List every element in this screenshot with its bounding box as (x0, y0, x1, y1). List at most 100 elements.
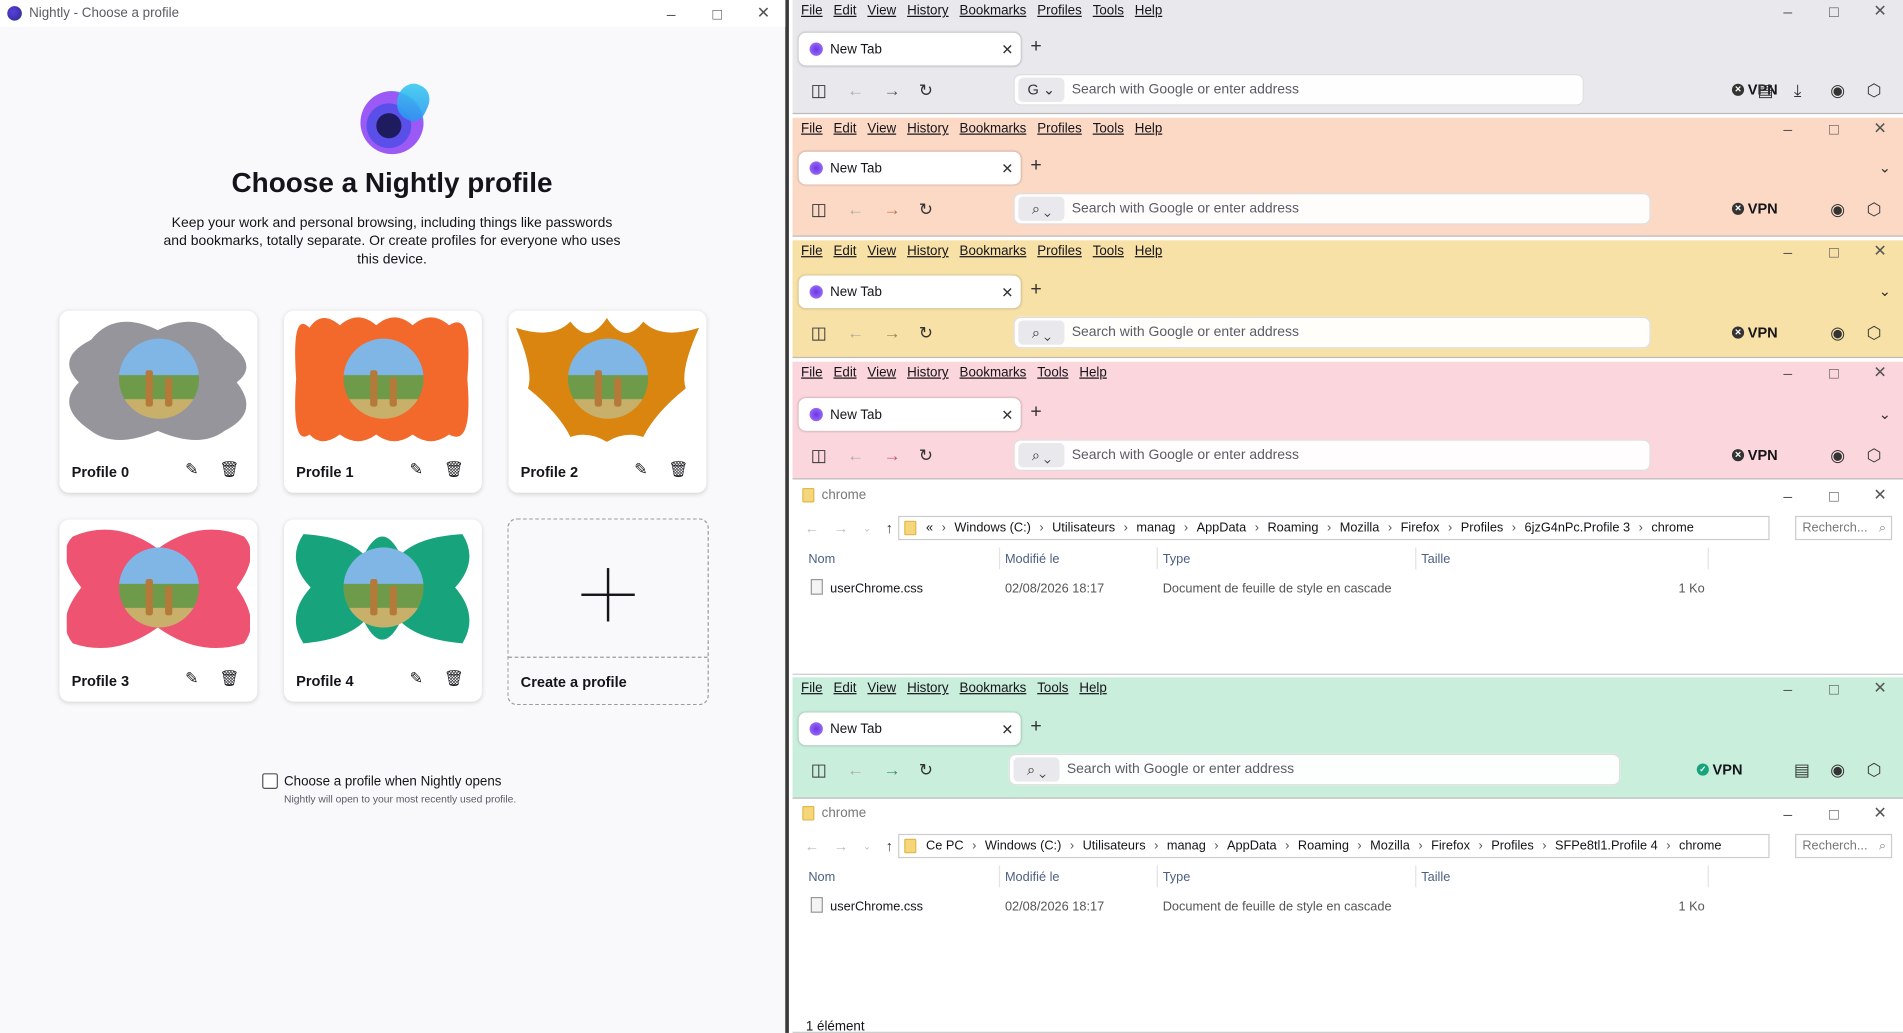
back-icon[interactable]: ← (847, 80, 864, 99)
profile-card-0[interactable]: Profile 0 ✎ 🗑︎ (59, 310, 258, 493)
tab-new-tab[interactable]: New Tab ✕ (798, 151, 1021, 185)
back-icon[interactable]: ← (847, 323, 864, 342)
create-profile-card[interactable]: Create a profile (507, 518, 709, 706)
reload-icon[interactable]: ↻ (919, 760, 933, 781)
reader-view-icon[interactable]: ▤ (1757, 80, 1773, 101)
reader-view-icon[interactable]: ▤ (1794, 760, 1810, 781)
forward-icon[interactable]: → (884, 445, 901, 464)
reload-icon[interactable]: ↻ (919, 199, 933, 220)
breadcrumb-segment[interactable]: Utilisateurs (1052, 521, 1115, 536)
forward-icon[interactable]: → (834, 838, 849, 855)
vpn-button[interactable]: ✓ VPN (1696, 761, 1742, 778)
menu-file[interactable]: File (801, 244, 823, 259)
menu-help[interactable]: Help (1079, 681, 1106, 696)
menu-profiles[interactable]: Profiles (1037, 121, 1082, 136)
column-header[interactable]: Modifié le (1005, 870, 1060, 885)
menu-tools[interactable]: Tools (1037, 365, 1068, 380)
menu-view[interactable]: View (867, 4, 896, 19)
search-input[interactable]: Recherch... ⌕ (1795, 515, 1893, 541)
minimize-button[interactable]: – (1765, 677, 1811, 699)
up-icon[interactable]: ↑ (886, 838, 893, 855)
minimize-button[interactable]: – (1765, 118, 1811, 140)
breadcrumb-segment[interactable]: « (926, 521, 933, 536)
menu-edit[interactable]: Edit (833, 4, 856, 19)
breadcrumb-segment[interactable]: Mozilla (1370, 839, 1410, 854)
url-bar[interactable]: G ⌄ Search with Google or enter address (1013, 74, 1584, 106)
delete-profile-icon[interactable]: 🗑︎ (443, 459, 465, 481)
close-button[interactable]: ✕ (1857, 362, 1903, 384)
edit-profile-icon[interactable]: ✎ (181, 668, 203, 690)
sidebar-toggle-icon[interactable]: ◫ (811, 760, 827, 781)
maximize-button[interactable]: □ (694, 2, 740, 24)
profile-card-1[interactable]: Profile 1 ✎ 🗑︎ (284, 310, 482, 493)
edit-profile-icon[interactable]: ✎ (630, 459, 652, 481)
list-all-tabs-icon[interactable]: ⌄ (1879, 405, 1891, 422)
maximize-button[interactable]: □ (1811, 240, 1857, 262)
breadcrumb-segment[interactable]: Firefox (1401, 521, 1440, 536)
maximize-button[interactable]: □ (1811, 802, 1857, 824)
new-tab-button[interactable]: + (1030, 36, 1041, 58)
extensions-icon[interactable]: ⬡ (1867, 760, 1882, 781)
forward-icon[interactable]: → (884, 199, 901, 218)
menu-file[interactable]: File (801, 681, 823, 696)
new-tab-button[interactable]: + (1030, 155, 1041, 177)
menu-profiles[interactable]: Profiles (1037, 4, 1082, 19)
close-button[interactable]: ✕ (1857, 240, 1903, 262)
back-icon[interactable]: ← (805, 838, 820, 855)
up-icon[interactable]: ↑ (886, 520, 893, 537)
back-icon[interactable]: ← (847, 199, 864, 218)
address-bar[interactable]: «› Windows (C:) › Utilisateurs › manag › AppDat… (898, 515, 1770, 541)
menu-file[interactable]: File (801, 365, 823, 380)
forward-icon[interactable]: → (884, 760, 901, 779)
column-header[interactable]: Nom (808, 552, 835, 567)
breadcrumb-segment[interactable]: Roaming (1267, 521, 1318, 536)
breadcrumb-segment[interactable]: Firefox (1431, 839, 1470, 854)
sidebar-toggle-icon[interactable]: ◫ (811, 80, 827, 101)
close-button[interactable]: ✕ (740, 2, 786, 24)
minimize-button[interactable]: – (1765, 802, 1811, 824)
column-header[interactable]: Type (1163, 552, 1191, 567)
breadcrumb-segment[interactable]: AppData (1227, 839, 1277, 854)
menu-help[interactable]: Help (1135, 4, 1162, 19)
menu-history[interactable]: History (907, 244, 949, 259)
url-bar[interactable]: ⌕ ⌄ Search with Google or enter address (1008, 753, 1621, 786)
close-button[interactable]: ✕ (1857, 0, 1903, 22)
maximize-button[interactable]: □ (1811, 118, 1857, 140)
edit-profile-icon[interactable]: ✎ (405, 668, 427, 690)
profile-card-4[interactable]: Profile 4 ✎ 🗑︎ (284, 519, 482, 702)
account-icon[interactable]: ◉ (1830, 445, 1845, 466)
delete-profile-icon[interactable]: 🗑︎ (668, 459, 690, 481)
reload-icon[interactable]: ↻ (919, 80, 933, 101)
back-icon[interactable]: ← (847, 445, 864, 464)
menu-edit[interactable]: Edit (833, 244, 856, 259)
breadcrumb-segment[interactable]: AppData (1197, 521, 1247, 536)
edit-profile-icon[interactable]: ✎ (181, 459, 203, 481)
reload-icon[interactable]: ↻ (919, 445, 933, 466)
breadcrumb-segment[interactable]: manag (1136, 521, 1175, 536)
forward-icon[interactable]: → (884, 323, 901, 342)
breadcrumb-segment[interactable]: 6jzG4nPc.Profile 3 (1525, 521, 1631, 536)
breadcrumb-segment[interactable]: Mozilla (1340, 521, 1380, 536)
forward-icon[interactable]: → (884, 80, 901, 99)
minimize-button[interactable]: – (648, 2, 694, 24)
new-tab-button[interactable]: + (1030, 716, 1041, 738)
maximize-button[interactable]: □ (1811, 677, 1857, 699)
address-bar[interactable]: Ce PC › Windows (C:) › Utilisateurs › manag › Ap… (898, 833, 1770, 859)
search-engine-icon[interactable]: ⌕ ⌄ (1018, 320, 1065, 345)
close-button[interactable]: ✕ (1857, 484, 1903, 506)
extensions-icon[interactable]: ⬡ (1867, 80, 1882, 101)
new-tab-button[interactable]: + (1030, 279, 1041, 301)
account-icon[interactable]: ◉ (1830, 323, 1845, 344)
column-header[interactable]: Taille (1421, 870, 1450, 885)
menu-history[interactable]: History (907, 4, 949, 19)
choose-profile-checkbox[interactable] (262, 773, 278, 789)
file-name[interactable]: userChrome.css (830, 899, 923, 914)
account-icon[interactable]: ◉ (1830, 199, 1845, 220)
tab-new-tab[interactable]: New Tab ✕ (798, 32, 1021, 66)
url-bar[interactable]: ⌕ ⌄ Search with Google or enter address (1013, 439, 1651, 471)
menu-help[interactable]: Help (1135, 244, 1162, 259)
close-tab-icon[interactable]: ✕ (1001, 283, 1013, 300)
forward-icon[interactable]: → (834, 520, 849, 537)
maximize-button[interactable]: □ (1811, 362, 1857, 384)
url-bar[interactable]: ⌕ ⌄ Search with Google or enter address (1013, 192, 1651, 225)
